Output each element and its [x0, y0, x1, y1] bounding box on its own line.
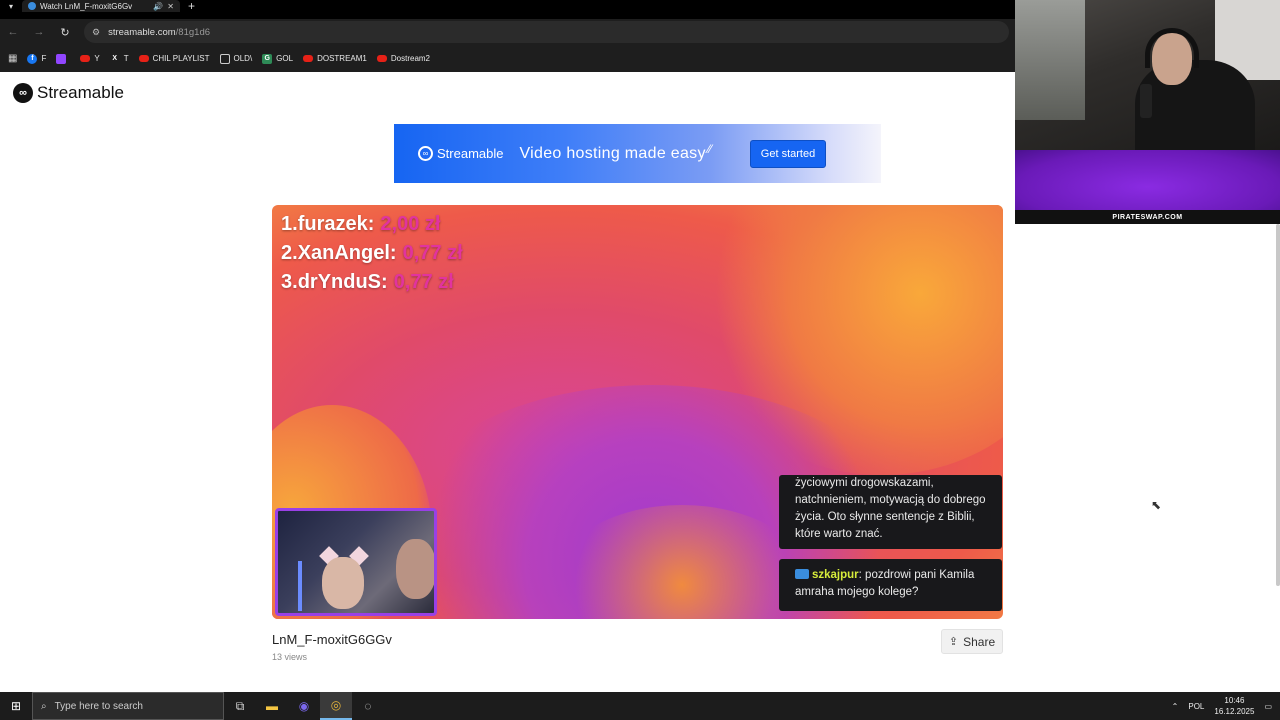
forward-button[interactable]: → — [32, 26, 46, 38]
streamer-webcam — [275, 508, 437, 616]
streamable-favicon-icon — [28, 2, 36, 10]
facebook-icon: f — [27, 53, 38, 64]
apps-grid-icon[interactable]: ▦ — [8, 53, 17, 64]
bookmark-folder-old[interactable]: OLD\ — [219, 53, 252, 64]
url-bar[interactable]: ⚙ streamable.com/81g1d6 — [84, 21, 1009, 43]
streamable-ad-icon: ∞ — [418, 146, 433, 161]
streamer-camera-overlay — [1015, 0, 1280, 150]
leaderboard-row: 3.drYnduS: 0,77 zł — [281, 271, 454, 293]
clock-time: 10:46 — [1224, 696, 1245, 705]
tab-search-icon[interactable]: ▾ — [0, 0, 22, 12]
twitch-icon — [56, 53, 67, 64]
logo-text: Streamable — [37, 83, 124, 102]
url-host: streamable.com — [108, 26, 176, 38]
file-explorer-icon[interactable]: ▬ — [256, 692, 288, 720]
sponsor-text: PIRATESWAP.COM — [1015, 210, 1280, 224]
video-player[interactable]: 1.furazek: 2,00 zł 2.XanAngel: 0,77 zł 3.d… — [272, 205, 1003, 619]
tab-title: Watch LnM_F-moxitG6Gv — [40, 1, 133, 11]
youtube-icon — [376, 55, 387, 62]
person-face — [322, 557, 364, 609]
youtube-icon — [138, 55, 149, 62]
youtube-icon — [80, 55, 91, 62]
bookmark-x[interactable]: XT — [110, 54, 128, 64]
streamable-logo-icon: ∞ — [13, 83, 33, 103]
bookmark-dostream2[interactable]: Dostream2 — [376, 54, 430, 63]
bookmark-gol[interactable]: G GOL — [262, 53, 293, 64]
gol-icon: G — [262, 53, 273, 64]
tray-chevron-icon[interactable]: ⌃ — [1172, 702, 1179, 711]
ad-brand: Streamable — [437, 146, 504, 161]
video-title: LnM_F-moxitG6GGv — [272, 632, 392, 647]
share-button[interactable]: ⇪ Share — [941, 629, 1003, 654]
get-started-button[interactable]: Get started — [749, 139, 827, 168]
url-path: /81g1d6 — [175, 26, 211, 38]
chrome-icon[interactable]: ◎ — [320, 692, 352, 720]
bookmark-youtube[interactable]: Y — [80, 54, 100, 63]
obs-icon[interactable]: ◌ — [352, 692, 384, 720]
bookmark-facebook[interactable]: fF — [27, 53, 46, 64]
share-label: Share — [963, 634, 996, 649]
close-tab-icon[interactable]: ✕ — [167, 2, 174, 11]
share-icon: ⇪ — [948, 636, 959, 648]
new-tab-button[interactable]: + — [188, 0, 195, 13]
person-body — [1135, 60, 1255, 150]
x-icon: X — [112, 55, 118, 62]
window-background — [1015, 0, 1085, 120]
search-placeholder: Type here to search — [54, 700, 143, 712]
windows-taskbar: ⊞ ⌕ Type here to search ⧉ ▬ ◉ ◎ ◌ ⌃ POL … — [0, 692, 1280, 720]
app-icon[interactable]: ◉ — [288, 692, 320, 720]
bookmark-dostream1[interactable]: DOSTREAM1 — [303, 54, 367, 63]
speaker-icon[interactable]: 🔊 — [153, 2, 163, 11]
notification-icon[interactable]: ▭ — [1264, 702, 1272, 711]
screen: ▾ Watch LnM_F-moxitG6Gv 🔊 ✕ + ← → ↻ ⚙ st… — [0, 0, 1280, 720]
ad-banner[interactable]: ∞ Streamable Video hosting made easy ⁄⁄ … — [394, 124, 881, 183]
reload-button[interactable]: ↻ — [58, 26, 72, 39]
streamable-logo[interactable]: ∞ Streamable — [13, 83, 124, 103]
search-icon: ⌕ — [41, 700, 47, 712]
address-toolbar: ← → ↻ ⚙ streamable.com/81g1d6 — [0, 19, 1015, 45]
leaderboard-row: 2.XanAngel: 0,77 zł — [281, 242, 463, 264]
clock[interactable]: 10:46 16.12.2025 — [1214, 695, 1254, 717]
leaderboard-row: 1.furazek: 2,00 zł — [281, 213, 441, 235]
microphone-icon — [1140, 84, 1152, 118]
mouse-cursor-icon: ⬉ — [1151, 498, 1162, 512]
chat-username: szkajpur — [812, 569, 859, 581]
view-count: 13 views — [272, 652, 308, 662]
site-info-icon[interactable]: ⚙ — [92, 27, 100, 38]
chat-message: życiowymi drogowskazami, natchnieniem, m… — [779, 475, 1002, 549]
system-tray: ⌃ POL 10:46 16.12.2025 ▭ — [1172, 695, 1280, 717]
sparkle-icon: ⁄⁄ — [707, 141, 712, 156]
folder-icon — [219, 53, 230, 64]
ad-logo: ∞ Streamable — [418, 146, 503, 161]
led-light — [298, 561, 302, 611]
web-page: ∞ Streamable ∞ Streamable Video hosting … — [0, 72, 1015, 692]
language-indicator[interactable]: POL — [1188, 702, 1204, 711]
taskbar-search[interactable]: ⌕ Type here to search — [32, 692, 224, 720]
scrollbar[interactable] — [1276, 224, 1280, 586]
chat-message: szkajpur: pozdrowi pani Kamila amraha mo… — [779, 559, 1002, 611]
task-view-icon[interactable]: ⧉ — [224, 692, 256, 720]
windows-start-icon[interactable]: ⊞ — [0, 692, 32, 720]
headphones-icon — [1145, 28, 1199, 68]
donation-leaderboard: 1.furazek: 2,00 zł 2.XanAngel: 0,77 zł 3.d… — [281, 210, 463, 297]
tab-bar: ▾ Watch LnM_F-moxitG6Gv 🔊 ✕ + — [0, 0, 1015, 13]
browser-tab[interactable]: Watch LnM_F-moxitG6Gv 🔊 ✕ — [22, 0, 180, 12]
sponsor-banner: PIRATESWAP.COM — [1015, 150, 1280, 224]
page-margin-right — [1015, 224, 1280, 692]
back-button[interactable]: ← — [6, 26, 20, 38]
bookmarks-bar: ▦ fF Y XT CHIL PLAYLIST OLD\ G GOL DOSTRE… — [0, 45, 1015, 72]
bookmark-chil-playlist[interactable]: CHIL PLAYLIST — [138, 54, 210, 63]
bookmark-twitch[interactable] — [56, 53, 70, 64]
crown-badge-icon — [795, 569, 809, 579]
person-face — [396, 539, 434, 599]
clock-date: 16.12.2025 — [1214, 707, 1255, 716]
ad-tagline: Video hosting made easy — [519, 144, 706, 162]
youtube-icon — [303, 55, 314, 62]
